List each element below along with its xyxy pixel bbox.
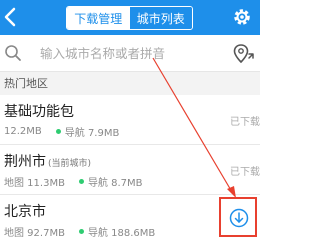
nav-size: 导航 8.7MB <box>87 178 143 189</box>
nav-dot-icon <box>78 179 84 184</box>
locate-icon[interactable] <box>232 43 258 65</box>
highlight-box <box>219 197 257 237</box>
package-sizes: 12.2MB 导航 7.9MB <box>4 124 119 139</box>
list-item[interactable]: 基础功能包 12.2MB 导航 7.9MB 已下载 <box>0 95 260 145</box>
package-sizes: 地图 11.3MB 导航 8.7MB <box>4 174 143 189</box>
nav-size: 导航 7.9MB <box>64 128 120 139</box>
search-icon <box>5 45 21 61</box>
city-search-input[interactable] <box>40 43 220 63</box>
tab-switcher: 下载管理 城市列表 <box>66 6 193 30</box>
section-header-hot-regions: 热门地区 <box>0 72 260 95</box>
search-bar <box>0 35 260 72</box>
download-button[interactable] <box>229 208 249 228</box>
city-name: 基础功能包 <box>4 104 74 120</box>
tab-download-manager[interactable]: 下载管理 <box>67 7 130 29</box>
status-label: 已下载 <box>230 167 260 178</box>
city-name: 北京市 <box>4 204 46 220</box>
settings-gear-icon[interactable] <box>232 7 252 27</box>
status-label: 已下载 <box>230 117 260 128</box>
map-size: 12.2MB <box>4 126 42 137</box>
top-bar: 下载管理 城市列表 <box>0 0 260 35</box>
nav-dot-icon <box>78 229 84 234</box>
current-city-tag: (当前城市) <box>48 159 92 169</box>
city-name: 荆州市 (当前城市) <box>4 154 92 170</box>
tab-city-list[interactable]: 城市列表 <box>129 7 192 29</box>
back-icon[interactable] <box>1 6 19 28</box>
map-size: 地图 11.3MB <box>4 178 65 189</box>
nav-dot-icon <box>55 129 61 134</box>
list-item[interactable]: 荆州市 (当前城市) 地图 11.3MB 导航 8.7MB 已下载 <box>0 145 260 195</box>
nav-size: 导航 188.6MB <box>87 228 156 239</box>
map-size: 地图 92.7MB <box>4 228 65 239</box>
package-sizes: 地图 92.7MB 导航 188.6MB <box>4 224 155 239</box>
